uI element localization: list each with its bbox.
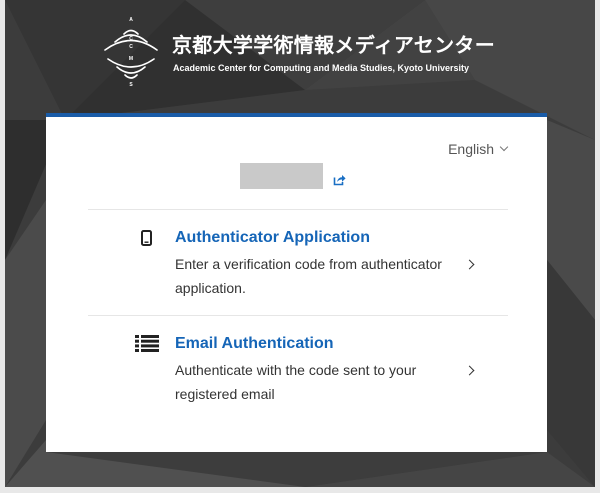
language-selector-label: English — [448, 141, 494, 157]
method-authenticator-app[interactable]: Authenticator Application Enter a verifi… — [88, 210, 508, 315]
method-description: Enter a verification code from authentic… — [175, 256, 442, 296]
method-email[interactable]: Email Authentication Authenticate with t… — [88, 316, 508, 421]
method-title: Email Authentication — [175, 335, 334, 352]
method-text: Authenticator Application Enter a verifi… — [175, 227, 465, 300]
language-selector[interactable]: English — [448, 139, 509, 159]
auth-method-card: English Authenticator Application Enter … — [46, 113, 547, 452]
list-icon — [135, 335, 159, 352]
external-link-icon[interactable] — [333, 173, 346, 186]
username-placeholder — [240, 163, 323, 189]
logo-arc — [116, 66, 146, 74]
method-description: Authenticate with the code sent to your … — [175, 362, 417, 402]
logo-arc — [123, 29, 139, 35]
accms-logo: A C C M S — [104, 17, 158, 87]
method-title: Authenticator Application — [175, 229, 370, 246]
card-body: English Authenticator Application Enter … — [46, 117, 547, 452]
logo-letter: M — [129, 56, 133, 62]
logo-letter: A — [129, 17, 133, 23]
org-name-ja: 京都大学学術情報メディアセンター — [172, 35, 495, 57]
logo-letter: S — [129, 82, 133, 87]
chevron-right-icon — [464, 259, 475, 270]
chevron-down-icon — [499, 142, 509, 152]
logo-letter: C — [129, 44, 133, 50]
org-name-en: Academic Center for Computing and Media … — [173, 63, 470, 73]
external-link-icon-graphic — [333, 175, 346, 186]
logo-letter: C — [129, 36, 133, 42]
chevron-right-icon — [464, 365, 475, 376]
mobile-phone-icon — [141, 230, 152, 246]
method-text: Email Authentication Authenticate with t… — [175, 333, 465, 406]
logo-arc — [124, 74, 138, 79]
